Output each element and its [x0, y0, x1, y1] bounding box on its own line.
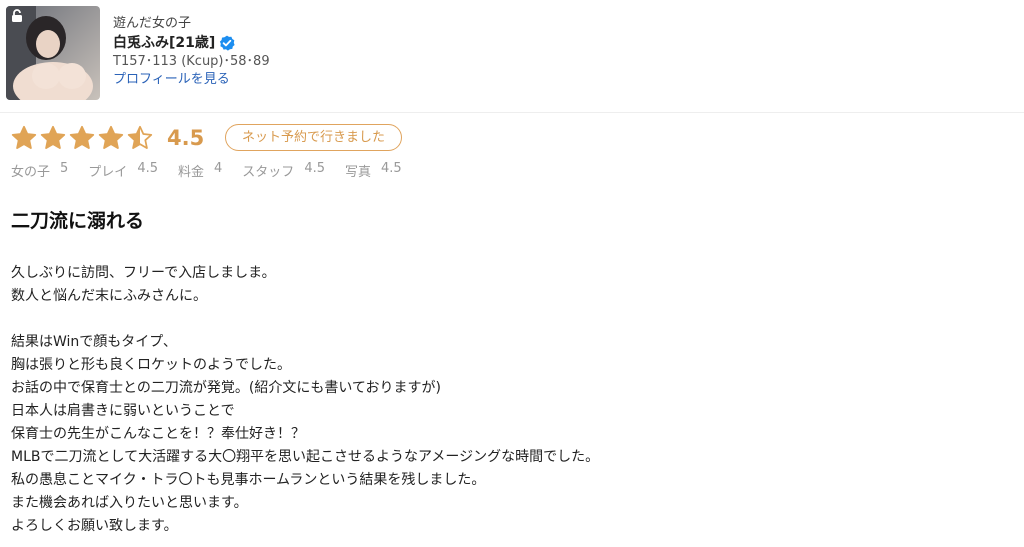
review-body-line: また機会あれば入りたいと思います。 — [11, 495, 248, 511]
sub-rating-value: 4.5 — [381, 161, 402, 176]
sub-rating-value: 4.5 — [137, 161, 158, 176]
profile-thumbnail[interactable] — [6, 6, 100, 100]
review-body-line: 私の愚息ことマイク・トラ〇トも見事ホームランという結果を残しました。 — [11, 472, 486, 488]
review-body-line: 保育士の先生がこんなことを！？奉仕好き！？ — [11, 426, 305, 442]
rating-score: 4.5 — [167, 125, 205, 150]
star-half-icon — [127, 125, 153, 149]
verified-check-icon — [220, 35, 235, 51]
played-girl-label: 遊んだ女の子 — [113, 16, 192, 31]
lock-icon — [12, 9, 22, 22]
review-title: 二刀流に溺れる — [11, 210, 145, 232]
profile-header: 遊んだ女の子 白兎ふみ[21歳] T157･113 (Kcup)･58･89 プ… — [0, 0, 1024, 113]
view-profile-link[interactable]: プロフィールを見る — [113, 71, 270, 89]
girl-stats: T157･113 (Kcup)･58･89 — [113, 54, 270, 69]
profile-info: 遊んだ女の子 白兎ふみ[21歳] T157･113 (Kcup)･58･89 プ… — [113, 15, 270, 89]
girl-name-row: 白兎ふみ[21歳] — [113, 33, 270, 53]
sub-rating-item: 料金 4 — [178, 161, 222, 180]
star-full-icon — [98, 125, 124, 149]
review-body-line: お話の中で保育士との二刀流が発覚。(紹介文にも書いておりますが) — [11, 380, 441, 396]
sub-ratings: 女の子 5 プレイ 4.5 料金 4 スタッフ 4.5 写真 4.5 — [11, 161, 422, 180]
review-body: 久しぶりに訪問、フリーで入店しましま。 数人と悩んだ末にふみさんに。 結果はWinで… — [11, 262, 599, 538]
review-body-line: よろしくお願い致します。 — [11, 518, 178, 534]
sub-rating-value: 4.5 — [304, 161, 325, 176]
star-full-icon — [40, 125, 66, 149]
sub-rating-value: 5 — [60, 161, 69, 176]
review-body-line: MLBで二刀流として大活躍する大〇翔平を思い起こさせるようなアメージングな時間で… — [11, 449, 600, 465]
review-body-line: 結果はWinで顔もタイプ、 — [11, 334, 177, 350]
sub-rating-label: 写真 — [345, 165, 372, 180]
review-body-line: 胸は張りと形も良くロケットのようでした。 — [11, 357, 291, 373]
net-reservation-badge: ネット予約で行きました — [225, 124, 403, 151]
sub-rating-item: スタッフ 4.5 — [242, 161, 325, 180]
review-body-line: 数人と悩んだ末にふみさんに。 — [11, 288, 207, 304]
review-body-line: 久しぶりに訪問、フリーで入店しましま。 — [11, 265, 276, 281]
sub-rating-item: 写真 4.5 — [345, 161, 402, 180]
sub-rating-label: プレイ — [88, 165, 128, 180]
star-full-icon — [69, 125, 95, 149]
girl-name: 白兎ふみ[21歳] — [113, 35, 216, 51]
star-full-icon — [11, 125, 37, 149]
star-rating — [11, 125, 153, 151]
sub-rating-label: 料金 — [178, 165, 205, 180]
sub-rating-label: 女の子 — [11, 165, 51, 180]
sub-rating-value: 4 — [214, 161, 223, 176]
sub-rating-item: 女の子 5 — [11, 161, 68, 180]
rating-row: 4.5 ネット予約で行きました — [11, 124, 403, 151]
sub-rating-item: プレイ 4.5 — [88, 161, 158, 180]
review-body-line: 日本人は肩書きに弱いということで — [11, 403, 235, 419]
sub-rating-label: スタッフ — [242, 165, 295, 180]
review-body-line — [11, 308, 599, 331]
